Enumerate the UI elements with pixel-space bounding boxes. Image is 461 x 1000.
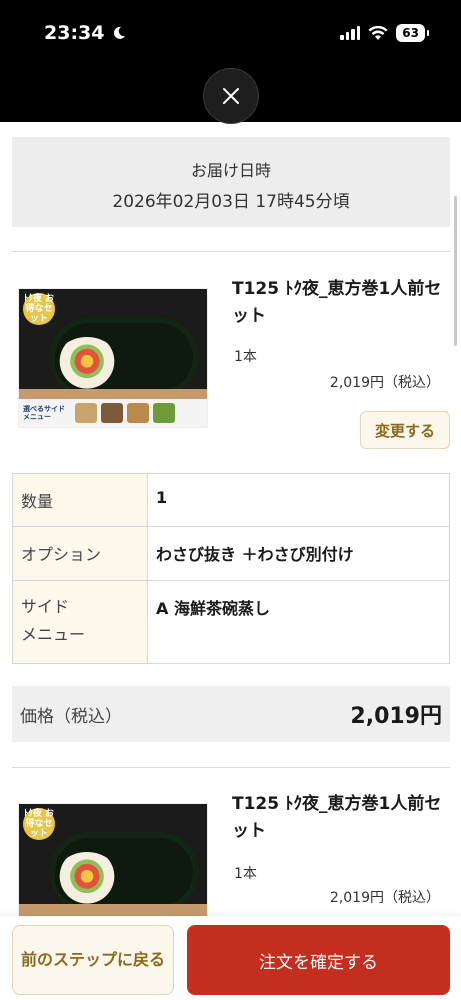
moon-icon [114,26,126,39]
back-step-button[interactable]: 前のステップに戻る [12,925,174,995]
deal-badge: ﾄｸ夜 お得なセット [23,808,55,840]
side-dish-image [75,403,97,423]
side-dish-image [101,403,123,423]
close-button[interactable] [203,68,259,124]
table-row: サイド メニュー A 海鮮茶碗蒸し [12,580,450,664]
wifi-icon [368,25,388,40]
delivery-datetime-box: お届け日時 2026年02月03日 17時45分頃 [12,137,450,227]
deal-badge: ﾄｸ夜 お得なセット [23,293,55,325]
status-time: 23:34 [44,22,126,44]
confirm-order-button[interactable]: 注文を確定する [187,925,450,995]
battery-indicator: 63 [396,24,429,42]
delivery-datetime: 2026年02月03日 17時45分頃 [112,192,350,212]
status-time-text: 23:34 [44,22,105,44]
side-menu-strip: 選べるサイドメニュー [19,399,207,427]
spec-value: 1 [147,473,450,527]
change-button[interactable]: 変更する [360,411,450,449]
delivery-label: お届け日時 [190,161,271,180]
roll-cross-section [55,337,119,391]
spec-value: わさび抜き ＋わさび別付け [147,526,450,581]
divider [12,251,450,252]
scrollbar[interactable] [454,196,457,346]
product-quantity: 1本 [234,866,257,882]
side-menu-tag: 選べるサイドメニュー [23,405,65,421]
spec-value: A 海鮮茶碗蒸し [147,580,450,664]
product-title: T125 ﾄｸ夜_恵方巻1人前セット [232,794,442,841]
product-item: ﾄｸ夜 お得なセット 選べるサイドメニュー T125 ﾄｸ夜_恵方巻1人前セット… [12,270,450,460]
product-quantity: 1本 [234,349,257,365]
bottom-action-bar: 前のステップに戻る 注文を確定する [0,916,461,1000]
price-label: 価格（税込） [20,706,122,727]
order-spec-table: 数量 1 オプション わさび抜き ＋わさび別付け サイド メニュー A 海鮮茶碗… [12,473,450,664]
spec-key: オプション [12,526,148,581]
roll-cross-section [55,852,119,906]
top-bar: 23:34 63 [0,0,461,124]
price-summary: 価格（税込） 2,019円 [12,686,450,742]
product-item: ﾄｸ夜 お得なセット T125 ﾄｸ夜_恵方巻1人前セット 1本 2,019円（… [12,785,450,943]
table-row: 数量 1 [12,473,450,527]
product-price: 2,019円（税込） [329,375,440,391]
spec-key: 数量 [12,473,148,527]
cutting-board [19,904,207,916]
side-dish-image [127,403,149,423]
product-price: 2,019円（税込） [329,890,440,906]
status-indicators: 63 [340,24,429,42]
side-dish-image [153,403,175,423]
price-value: 2,019円 [350,704,442,729]
spec-key: サイド メニュー [12,580,148,664]
divider [12,767,450,768]
product-title: T125 ﾄｸ夜_恵方巻1人前セット [232,279,442,326]
table-row: オプション わさび抜き ＋わさび別付け [12,526,450,581]
product-image: ﾄｸ夜 お得なセット 選べるサイドメニュー [18,288,208,428]
close-icon [223,88,239,104]
signal-icon [340,26,361,40]
